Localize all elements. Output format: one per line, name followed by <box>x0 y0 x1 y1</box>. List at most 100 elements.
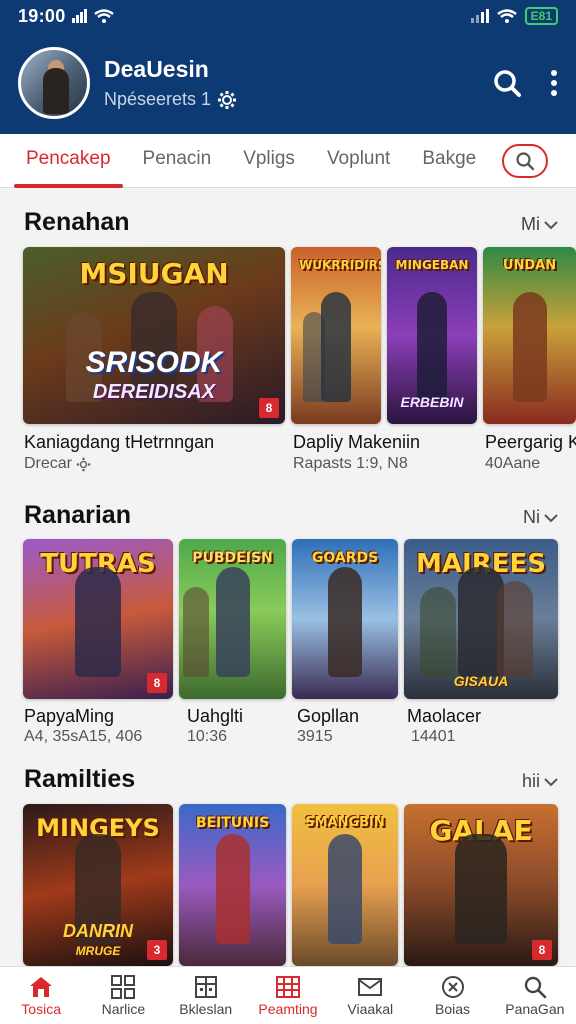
card-title: Gopllan <box>297 706 360 726</box>
card-art-subtitle: GISAUA <box>453 673 509 689</box>
card-title: Peergarig K <box>485 432 576 452</box>
section-more-label: Mi <box>521 214 540 234</box>
tab-bar: Pencakep Penacin Vpligs Voplunt Bakge <box>0 134 576 188</box>
game-card[interactable]: MSIUGAN SRISODK DEREIDISAX 8 <box>23 247 285 424</box>
card-badge: 8 <box>259 398 279 418</box>
card-art-title: SMANGBIN <box>305 815 385 830</box>
card-art-title: UNDAN <box>502 258 557 273</box>
game-card[interactable]: GALAE 8 <box>404 804 558 966</box>
card-title: Maolacer <box>407 706 482 726</box>
game-card[interactable]: TUTRAS 8 <box>23 539 173 699</box>
card-title: Dapliy Makeniin <box>293 432 421 452</box>
status-bar: 19:00 E81 <box>0 0 576 32</box>
signal-icon <box>470 9 489 23</box>
card-art-title: GOARDS <box>311 550 379 566</box>
grid-icon <box>111 974 136 999</box>
status-time: 19:00 <box>18 5 66 26</box>
search-icon <box>524 976 547 998</box>
section-more-link[interactable]: Mi <box>521 214 558 235</box>
card-badge: 8 <box>147 673 167 693</box>
search-icon <box>494 70 521 97</box>
card-art-title: BEITUNIS <box>195 815 270 831</box>
card-title: Uahglti <box>187 706 244 726</box>
profile-info: DeaUesin Npéseerets 1 <box>104 56 237 110</box>
card-art-title: MSIUGAN <box>79 257 229 290</box>
tab-penacin[interactable]: Penacin <box>127 134 228 188</box>
card-subtitle: Rapasts 1:9, N8 <box>293 455 408 472</box>
card-subtitle: 40Aane <box>485 455 541 472</box>
card-art-title: WUKRRIDIRS <box>299 258 381 272</box>
nav-label: Tosica <box>21 1000 61 1017</box>
nav-label: PanaGan <box>505 1000 565 1017</box>
mail-icon <box>358 977 383 996</box>
card-subtitle: 3915 <box>297 728 333 745</box>
card-subtitle-text: Drecar <box>24 455 73 472</box>
card-subtitle: 10:36 <box>187 728 228 745</box>
card-art-title: MINGEBAN <box>395 258 469 272</box>
profile-subtitle: Npéseerets 1 <box>104 89 212 109</box>
section-more-label: hii <box>521 771 540 791</box>
section-title: Ranarian <box>24 501 131 529</box>
tab-pencakep[interactable]: Pencakep <box>10 134 127 188</box>
home-icon <box>30 976 53 997</box>
nav-item-boias[interactable]: Boias <box>411 967 493 1024</box>
card-art-subtitle: SRISODK <box>85 346 223 379</box>
building-icon <box>194 975 217 998</box>
card-art-subtitle: ERBEBIN <box>400 394 464 410</box>
more-vertical-icon <box>551 70 557 96</box>
chevron-down-icon <box>544 513 558 522</box>
tab-vpligs[interactable]: Vpligs <box>227 134 311 188</box>
nav-item-bkleslan[interactable]: Bkleslan <box>165 967 247 1024</box>
app-header: DeaUesin Npéseerets 1 <box>0 32 576 134</box>
card-title: Kaniagdang tHetrnngan <box>24 432 215 452</box>
section-more-link[interactable]: Ni <box>523 507 558 528</box>
calendar-icon <box>275 975 300 998</box>
nav-item-viaakal[interactable]: Viaakal <box>329 967 411 1024</box>
gear-icon <box>76 457 91 471</box>
profile-name: DeaUesin <box>104 56 209 82</box>
game-card[interactable]: SMANGBIN <box>292 804 398 966</box>
game-card[interactable]: GOARDS <box>292 539 398 699</box>
card-subtitle: Drecar <box>24 455 286 473</box>
game-card[interactable]: BEITUNIS <box>179 804 286 966</box>
search-button[interactable] <box>492 68 522 98</box>
section-title: Ramilties <box>24 765 136 793</box>
wifi-icon <box>93 9 114 23</box>
close-circle-icon <box>441 975 464 998</box>
nav-item-peamting[interactable]: Peamting <box>247 967 329 1024</box>
chevron-down-icon <box>544 220 558 229</box>
signal-icon <box>71 9 87 23</box>
more-options-button[interactable] <box>550 69 558 97</box>
game-card[interactable]: WUKRRIDIRS <box>291 247 381 424</box>
nav-item-tosica[interactable]: Tosica <box>0 967 82 1024</box>
tab-bakge[interactable]: Bakge <box>406 134 492 188</box>
nav-label: Bkleslan <box>179 1000 233 1017</box>
section-more-link[interactable]: hii <box>522 771 558 792</box>
nav-item-narlice[interactable]: Narlice <box>82 967 164 1024</box>
nav-label: Boias <box>435 1000 471 1017</box>
section-more-label: Ni <box>523 507 540 527</box>
nav-item-panagan[interactable]: PanaGan <box>494 967 576 1024</box>
avatar[interactable] <box>18 47 90 119</box>
tab-voplunt[interactable]: Voplunt <box>311 134 406 188</box>
game-card[interactable]: MAIREES GISAUA <box>404 539 558 699</box>
card-art-title: PUBDEISN <box>192 550 273 566</box>
game-card[interactable]: PUBDEISN <box>179 539 286 699</box>
battery-indicator: E81 <box>524 7 558 25</box>
game-card[interactable]: MINGEYS DANRIN MRUGE 3 <box>23 804 173 966</box>
card-badge: 8 <box>532 940 552 960</box>
wifi-icon <box>496 9 517 23</box>
nav-label: Narlice <box>101 1000 146 1017</box>
game-card[interactable]: UNDAN <box>483 247 576 424</box>
card-art-subtitle-2: DEREIDISAX <box>92 381 216 403</box>
tab-search-button[interactable] <box>502 143 549 178</box>
nav-label: Peamting <box>258 1000 318 1017</box>
card-subtitle: A4, 35sA15, 406 <box>24 728 143 745</box>
card-subtitle: 14401 <box>411 728 456 745</box>
chevron-down-icon <box>544 777 558 786</box>
card-title: PapyaMing <box>24 706 115 726</box>
game-card[interactable]: MINGEBAN ERBEBIN <box>387 247 477 424</box>
card-badge: 3 <box>147 940 167 960</box>
bottom-nav: Tosica Narlice Bkleslan Peamting Viaakal… <box>0 966 576 1024</box>
gear-icon <box>218 90 237 109</box>
